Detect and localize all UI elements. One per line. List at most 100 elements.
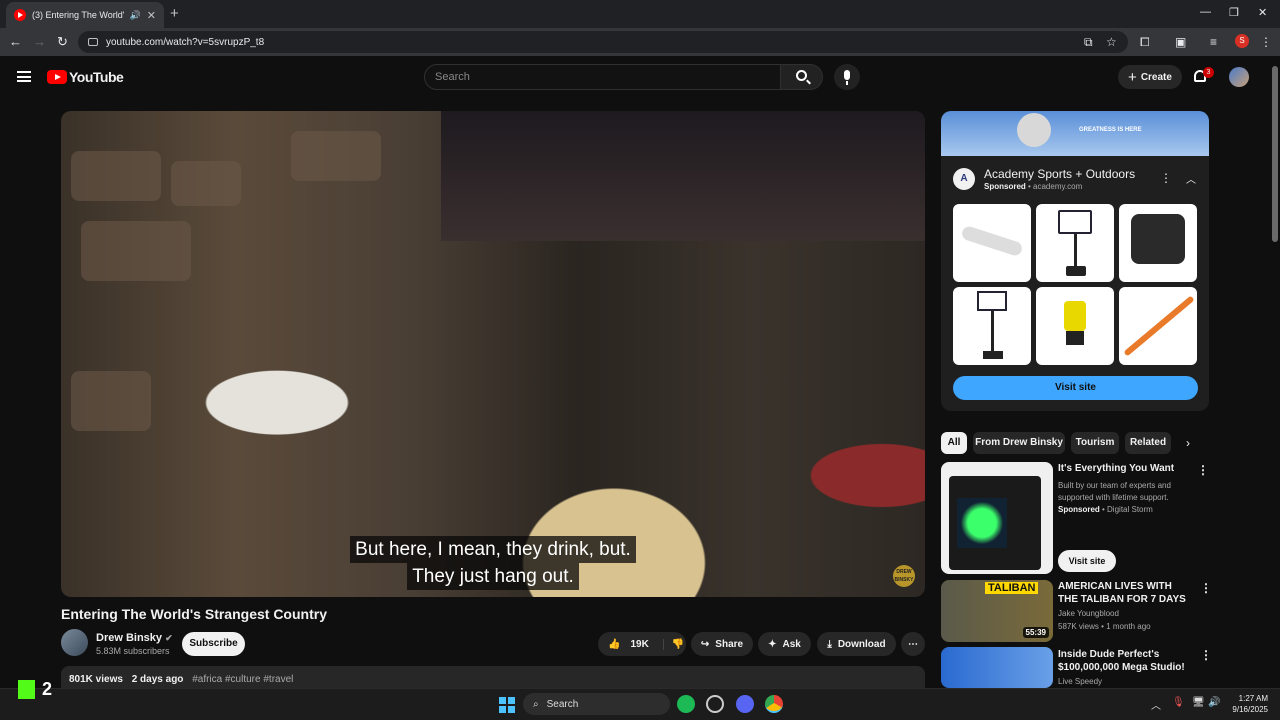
rec-menu-icon[interactable]: ⋮ <box>1197 463 1209 477</box>
youtube-play-logo-icon <box>47 70 67 84</box>
chips-next-chevron-icon[interactable]: › <box>1186 436 1190 450</box>
product-thumb[interactable] <box>953 204 1031 282</box>
chrome-taskbar-icon[interactable] <box>765 695 783 713</box>
collapse-chevron-icon[interactable]: ︿ <box>1186 171 1196 186</box>
media-control-icon[interactable]: ≡ <box>1210 35 1217 49</box>
close-tab-icon[interactable]: ✕ <box>147 9 156 22</box>
extensions-icon[interactable]: ⧠ <box>1140 35 1150 50</box>
product-thumb[interactable] <box>1119 287 1197 365</box>
rec-thumbnail[interactable] <box>941 647 1053 688</box>
profile-avatar[interactable]: S <box>1235 34 1249 48</box>
duration-badge: 55:39 <box>1022 627 1049 638</box>
reload-icon[interactable]: ↻ <box>57 34 68 50</box>
caption-line: They just hang out. <box>407 563 579 590</box>
network-icon[interactable]: 🖥 <box>1192 697 1205 708</box>
voice-search-icon[interactable] <box>834 64 860 90</box>
app-icon[interactable] <box>706 695 724 713</box>
channel-avatar[interactable] <box>61 629 88 656</box>
subscribe-button[interactable]: Subscribe <box>182 632 245 656</box>
tray-chevron-icon[interactable]: ︿ <box>1151 697 1161 712</box>
rec-visit-site-button[interactable]: Visit site <box>1058 550 1116 572</box>
minimize-icon[interactable]: — <box>1200 6 1211 18</box>
rec-title[interactable]: It's Everything You Want <box>1058 462 1188 475</box>
ad-banner-image[interactable]: GREATNESS IS HERE <box>941 111 1209 156</box>
youtube-logo[interactable]: YouTube <box>47 69 124 85</box>
like-icon[interactable]: 👍 <box>608 639 620 650</box>
account-avatar[interactable] <box>1229 67 1249 87</box>
back-icon[interactable]: ← <box>9 34 22 49</box>
academy-logo[interactable]: A <box>953 168 975 190</box>
new-tab-icon[interactable]: + <box>170 5 179 22</box>
ad-advertiser[interactable]: Academy Sports + Outdoors <box>984 167 1135 181</box>
ad-menu-icon[interactable]: ⋮ <box>1160 171 1172 185</box>
bookmark-star-icon[interactable]: ☆ <box>1106 35 1117 49</box>
chrome-menu-icon[interactable]: ⋮ <box>1260 35 1272 49</box>
rec-sponsor-line: Sponsored • Digital Storm <box>1058 505 1153 514</box>
video-player[interactable]: But here, I mean, they drink, but. They … <box>61 111 925 597</box>
rec-thumbnail[interactable]: TALIBAN 55:39 <box>941 580 1053 642</box>
start-menu-icon[interactable] <box>499 697 515 713</box>
scrollbar-thumb[interactable] <box>1272 66 1278 242</box>
rec-channel[interactable]: Jake Youngblood <box>1058 608 1119 620</box>
create-button[interactable]: + Create <box>1118 65 1182 89</box>
video-stone <box>291 131 381 181</box>
channel-name[interactable]: Drew Binsky ✔ <box>96 632 173 644</box>
clock-time: 1:27 AM <box>1238 694 1268 703</box>
more-actions-button[interactable]: ⋯ <box>901 632 925 656</box>
rec-channel[interactable]: Live Speedy <box>1058 676 1102 688</box>
spotify-icon[interactable] <box>677 695 695 713</box>
sponsored-label: Sponsored <box>1058 505 1100 514</box>
chip-tourism[interactable]: Tourism <box>1071 432 1119 454</box>
ad-banner-text: GREATNESS IS HERE <box>1079 127 1142 133</box>
product-thumb[interactable] <box>1036 287 1114 365</box>
rec-menu-icon[interactable]: ⋮ <box>1200 648 1212 662</box>
browser-tabstrip: (3) Entering The World's Strangest Count… <box>0 0 1280 28</box>
subscriber-count: 5.83M subscribers <box>96 646 170 656</box>
chip-from-channel[interactable]: From Drew Binsky <box>973 432 1065 454</box>
address-bar[interactable]: youtube.com/watch?v=5svrupzP_t8 <box>78 31 1128 53</box>
chip-related[interactable]: Related <box>1125 432 1171 454</box>
channel-watermark[interactable]: DREW BINSKY <box>893 565 915 587</box>
search-icon <box>796 70 807 81</box>
taskbar-search[interactable]: ⌕ Search <box>523 693 670 715</box>
dislike-icon[interactable]: 👎 <box>662 638 684 650</box>
page-scrollbar[interactable] <box>1272 60 1278 686</box>
speaker-icon[interactable]: 🔊 <box>130 10 141 21</box>
chip-all[interactable]: All <box>941 432 967 454</box>
rec-advertiser: Digital Storm <box>1107 505 1153 514</box>
search-input[interactable]: Search <box>424 64 781 90</box>
video-stone <box>71 151 161 201</box>
restore-icon[interactable]: ❐ <box>1229 6 1239 19</box>
channel-name-text: Drew Binsky <box>96 632 163 644</box>
share-icon: ↪ <box>700 638 710 650</box>
browser-tab[interactable]: (3) Entering The World's Strangest Count… <box>6 2 164 28</box>
rec-menu-icon[interactable]: ⋮ <box>1200 581 1212 595</box>
site-info-icon[interactable] <box>88 38 98 46</box>
rec-title[interactable]: Inside Dude Perfect's $100,000,000 Mega … <box>1058 648 1188 674</box>
product-thumb[interactable] <box>1119 204 1197 282</box>
discord-icon[interactable] <box>736 695 754 713</box>
volume-icon[interactable]: 🔊 <box>1208 697 1220 708</box>
cast-icon[interactable]: ⧉ <box>1084 35 1093 50</box>
rec-thumbnail[interactable] <box>941 462 1053 574</box>
ask-button[interactable]: ✦ Ask <box>758 632 811 656</box>
verified-icon: ✔ <box>165 633 173 643</box>
share-button[interactable]: ↪ Share <box>691 632 753 656</box>
video-stone <box>171 161 241 206</box>
rec-title[interactable]: AMERICAN LIVES WITH THE TALIBAN FOR 7 DA… <box>1058 580 1188 606</box>
taskbar-clock[interactable]: 1:27 AM 9/16/2025 <box>1222 693 1268 715</box>
product-thumb[interactable] <box>1036 204 1114 282</box>
visit-site-button[interactable]: Visit site <box>953 376 1198 400</box>
rec-desc-line: Built by our team of experts and <box>1058 481 1171 490</box>
sidepanel-icon[interactable]: ▣ <box>1175 35 1186 49</box>
product-thumb[interactable] <box>953 287 1031 365</box>
like-count[interactable]: 19K <box>630 639 648 650</box>
youtube-favicon-icon <box>14 9 26 21</box>
hashtags[interactable]: #africa #culture #travel <box>192 674 293 685</box>
guide-menu-icon[interactable] <box>17 71 31 82</box>
close-window-icon[interactable]: ✕ <box>1258 6 1267 19</box>
forward-icon[interactable]: → <box>33 34 46 49</box>
sponsored-label: Sponsored <box>984 182 1026 191</box>
download-button[interactable]: ⤓ Download <box>817 632 896 656</box>
microphone-icon[interactable]: 🎙 <box>1172 697 1185 708</box>
